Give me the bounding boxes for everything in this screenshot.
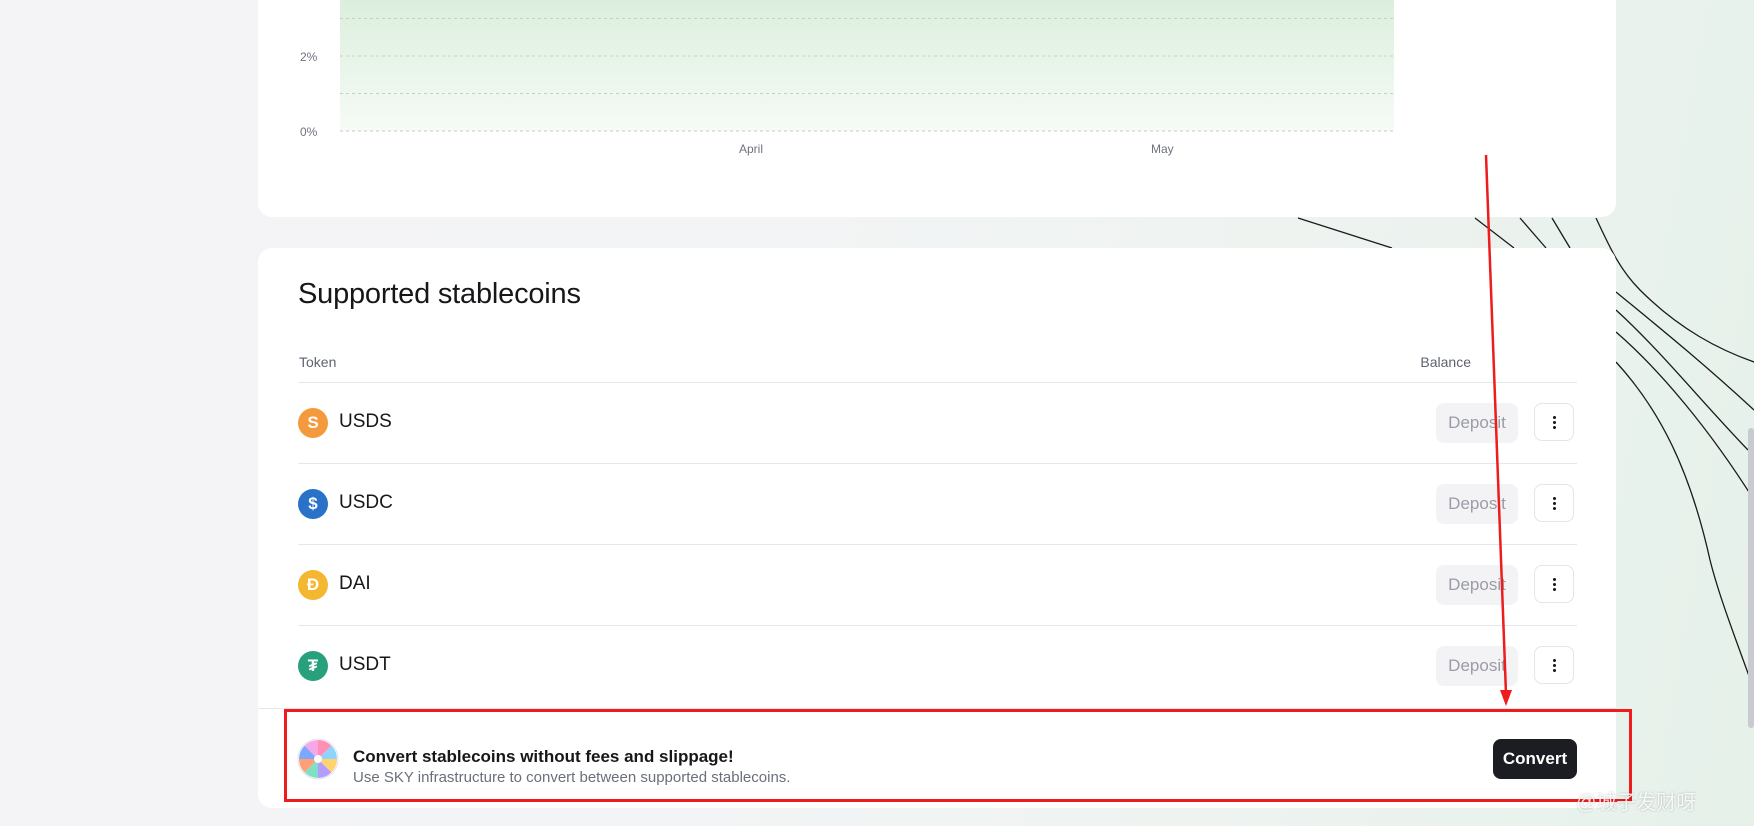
usdt-icon: ₮	[298, 651, 328, 681]
token-name: DAI	[339, 573, 371, 594]
usds-icon: S	[298, 408, 328, 438]
y-tick-label: 2%	[300, 50, 318, 64]
apy-chart	[340, 0, 1394, 132]
convert-button[interactable]: Convert	[1493, 739, 1577, 779]
deposit-button[interactable]: Deposit	[1436, 646, 1518, 686]
column-header-balance: Balance	[1420, 354, 1471, 370]
dai-icon: Đ	[298, 570, 328, 600]
deposit-button[interactable]: Deposit	[1436, 484, 1518, 524]
table-row: $ USDC - Deposit	[298, 464, 1577, 544]
usdc-icon: $	[298, 489, 328, 519]
deposit-button[interactable]: Deposit	[1436, 565, 1518, 605]
table-row: S USDS - Deposit	[298, 383, 1577, 463]
banner-title: Convert stablecoins without fees and sli…	[353, 747, 734, 766]
sky-pinwheel-icon	[297, 738, 339, 780]
deposit-button[interactable]: Deposit	[1436, 403, 1518, 443]
table-row: ₮ USDT - Deposit	[298, 626, 1577, 706]
more-options-button[interactable]	[1534, 484, 1574, 522]
kebab-menu-icon	[1552, 577, 1556, 591]
watermark: @城子发财呀	[1576, 792, 1697, 814]
convert-banner: Convert stablecoins without fees and sli…	[258, 708, 1616, 808]
apy-area-series	[340, 0, 1394, 131]
banner-subtitle: Use SKY infrastructure to convert betwee…	[353, 769, 791, 786]
table-row: Đ DAI - Deposit	[298, 545, 1577, 625]
x-tick-label: May	[1151, 142, 1174, 156]
supported-stablecoins-card: Supported stablecoins Token Balance S US…	[258, 248, 1616, 808]
token-name: USDS	[339, 411, 392, 432]
more-options-button[interactable]	[1534, 565, 1574, 603]
y-tick-label: 0%	[300, 125, 318, 139]
x-tick-label: April	[739, 142, 764, 156]
apy-chart-card: 0% 2% 4% April May	[258, 0, 1616, 217]
kebab-menu-icon	[1552, 496, 1556, 510]
section-title: Supported stablecoins	[298, 278, 581, 310]
more-options-button[interactable]	[1534, 646, 1574, 684]
more-options-button[interactable]	[1534, 403, 1574, 441]
kebab-menu-icon	[1552, 658, 1556, 672]
token-name: USDT	[339, 654, 391, 675]
column-header-token: Token	[299, 354, 337, 370]
token-name: USDC	[339, 492, 393, 513]
kebab-menu-icon	[1552, 415, 1556, 429]
scrollbar[interactable]	[1748, 428, 1754, 728]
